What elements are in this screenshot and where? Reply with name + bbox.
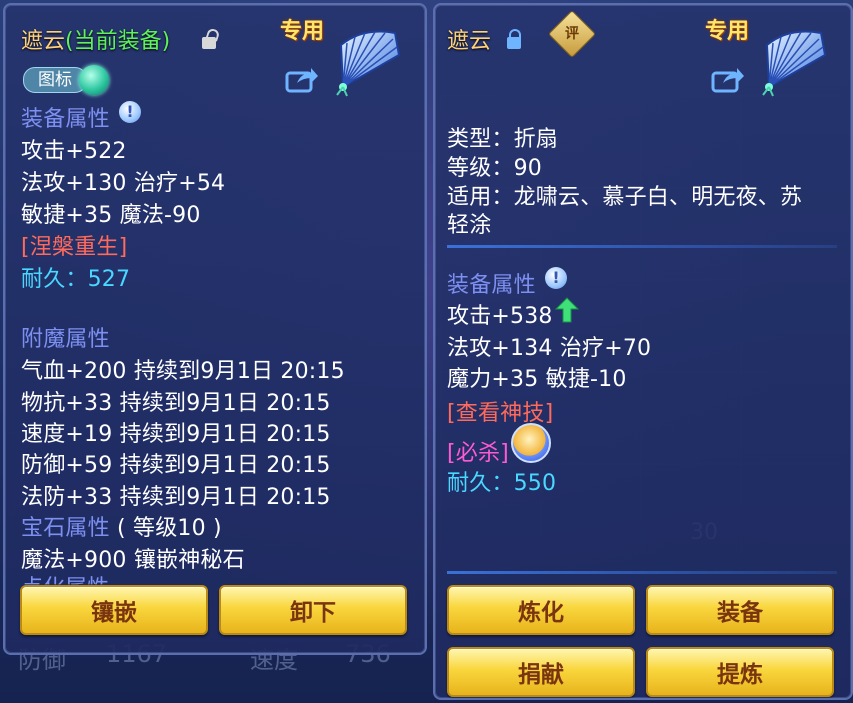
nirvana-link[interactable]: [涅槃重生] <box>21 229 127 261</box>
attr-line: 攻击+522 <box>21 139 127 164</box>
orb-icon <box>79 65 109 95</box>
unequip-button[interactable]: 卸下 <box>219 585 407 635</box>
share-icon[interactable] <box>711 65 745 93</box>
suitable-line: 适用：龙啸云、慕子白、明无夜、苏 <box>447 185 803 210</box>
enchant-line: 速度+19 持续到9月1日 20:15 <box>21 422 331 447</box>
equipped-item-panel: 遮云(当前装备) 专用 图标 装备属性 ! 攻击+522 法攻+130 治疗+5… <box>3 3 427 655</box>
divider <box>447 571 837 574</box>
enchant-heading: 附魔属性 <box>21 327 110 352</box>
refine-button[interactable]: 炼化 <box>447 585 635 635</box>
skill-icon[interactable] <box>511 423 551 463</box>
compare-item-panel: 遮云 评 专用 类型：折扇 等级：90 适用：龙啸云、慕子白、明无夜、苏 轻涂 … <box>433 3 853 700</box>
item-title: 遮云(当前装备) <box>21 23 170 55</box>
gem-heading-row: 宝石属性 ( 等级10 ) <box>21 510 222 542</box>
suitable-line-cont: 轻涂 <box>447 213 492 238</box>
enchant-line: 气血+200 持续到9月1日 20:15 <box>21 359 345 384</box>
lock-icon[interactable] <box>507 29 521 49</box>
rate-icon[interactable]: 评 <box>547 9 597 59</box>
icon-toggle[interactable]: 图标 <box>23 65 117 95</box>
level-line: 等级：90 <box>447 156 542 181</box>
enchant-line: 法防+33 持续到9月1日 20:15 <box>21 485 331 510</box>
view-skill-link[interactable]: [查看神技] <box>447 395 553 427</box>
increase-arrow-icon <box>555 297 579 323</box>
gem-heading: 宝石属性 <box>21 516 110 541</box>
gem-level: ( 等级10 ) <box>117 516 222 541</box>
equip-button[interactable]: 装备 <box>646 585 834 635</box>
donate-button[interactable]: 捐献 <box>447 647 635 697</box>
extract-button[interactable]: 提炼 <box>646 647 834 697</box>
durability: 耐久：550 <box>447 471 557 496</box>
enchant-line: 防御+59 持续到9月1日 20:15 <box>21 453 331 478</box>
durability: 耐久：527 <box>21 267 131 292</box>
equipped-status: (当前装备) <box>65 29 171 54</box>
attack-line: 攻击+538 <box>447 304 553 329</box>
fan-item-icon <box>336 30 401 97</box>
special-tag: 专用 <box>280 19 325 44</box>
equip-attr-heading: 装备属性 <box>21 107 110 132</box>
share-icon[interactable] <box>285 65 319 93</box>
kill-skill-link[interactable]: [必杀] <box>447 435 509 467</box>
inlay-button[interactable]: 镶嵌 <box>20 585 208 635</box>
item-name: 遮云 <box>21 29 66 54</box>
enchant-line: 物抗+33 持续到9月1日 20:15 <box>21 391 331 416</box>
attr-line: 法攻+134 治疗+70 <box>447 336 652 361</box>
type-line: 类型：折扇 <box>447 127 559 152</box>
icon-toggle-label: 图标 <box>23 67 87 93</box>
equip-attr-heading: 装备属性 <box>447 273 536 298</box>
fan-item-icon <box>762 30 827 97</box>
divider <box>447 245 837 248</box>
gem-attr: 魔法+900 镶嵌神秘石 <box>21 548 245 573</box>
item-title: 遮云 <box>447 29 492 54</box>
info-icon[interactable]: ! <box>545 267 567 289</box>
attr-line: 法攻+130 治疗+54 <box>21 171 226 196</box>
special-tag: 专用 <box>705 19 750 44</box>
attr-line: 魔力+35 敏捷-10 <box>447 367 627 392</box>
unlock-icon[interactable] <box>202 37 216 49</box>
attr-line: 敏捷+35 魔法-90 <box>21 203 201 228</box>
info-icon[interactable]: ! <box>119 101 141 123</box>
